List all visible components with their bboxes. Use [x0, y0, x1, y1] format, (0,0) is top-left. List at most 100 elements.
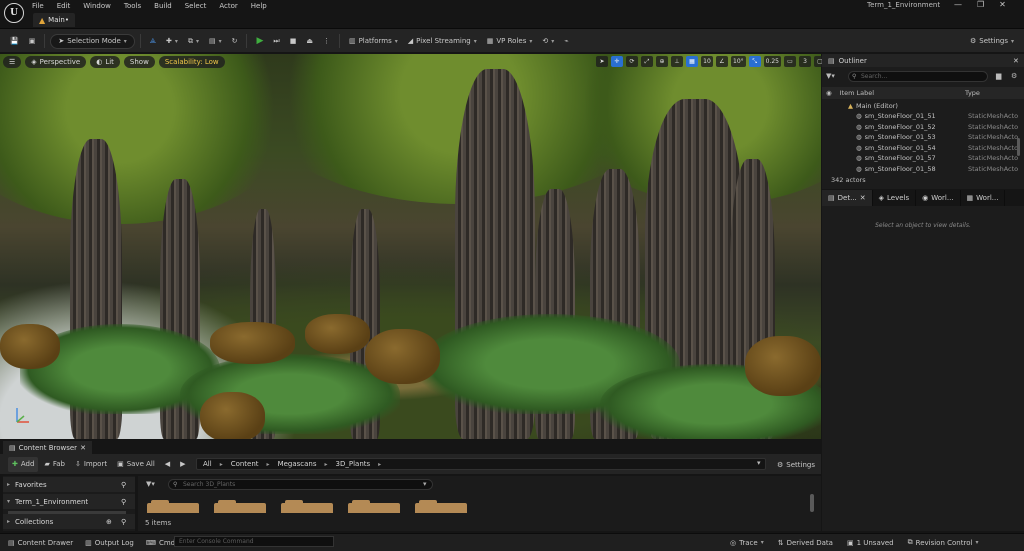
console-input[interactable]: Enter Console Command — [174, 536, 334, 547]
folder-icon[interactable] — [214, 500, 266, 513]
angle-snap-value[interactable]: 10° — [731, 56, 746, 67]
chevron-right-icon[interactable]: ▸ — [220, 461, 223, 468]
outliner-scrollbar[interactable] — [1017, 138, 1020, 156]
scale-snap-value[interactable]: 0.25 — [763, 56, 781, 67]
platforms-button[interactable]: ▥ Platforms ▾ — [345, 34, 402, 49]
tab-levels[interactable]: ◈ Levels — [873, 190, 917, 206]
grid-snap-icon[interactable]: ▦ — [686, 56, 698, 67]
folder-icon[interactable] — [281, 500, 333, 513]
column-item-label[interactable]: Item Label — [840, 89, 874, 97]
folder-icon[interactable] — [147, 500, 199, 513]
revision-control-button[interactable]: ⧉ Revision Control ▾ — [904, 535, 983, 550]
close-icon[interactable]: ✕ — [999, 0, 1006, 9]
unreal-engine-logo-icon[interactable]: U — [4, 3, 24, 23]
favorites-section[interactable]: ▸ Favorites ⚲ — [3, 477, 135, 492]
history-back-icon[interactable]: ◀ — [161, 457, 174, 472]
tab-world-settings[interactable]: ◉ Worl... — [916, 190, 961, 206]
folder-add-icon[interactable]: ▆ — [996, 72, 1001, 80]
breadcrumb-content[interactable]: Content — [231, 460, 259, 468]
scale-snap-icon[interactable]: ⤡ — [748, 56, 761, 67]
blueprint-button[interactable]: ⧉ ▾ — [184, 34, 203, 49]
sync-button[interactable]: ⟲ ▾ — [538, 34, 558, 49]
outliner-row[interactable]: ◍ sm_StoneFloor_01_58 StaticMeshActo — [822, 164, 1018, 175]
breadcrumb-3d-plants[interactable]: 3D_Plants — [336, 460, 371, 468]
outliner-row[interactable]: ◍ sm_StoneFloor_01_51 StaticMeshActo — [822, 111, 1018, 122]
rotate-icon[interactable]: ⟳ — [626, 56, 638, 67]
chevron-down-icon[interactable]: ▾ — [423, 480, 427, 488]
outliner-tab[interactable]: ▤ Outliner ✕ — [822, 54, 1024, 67]
menu-window[interactable]: Window — [83, 2, 111, 10]
breadcrumb-megascans[interactable]: Megascans — [278, 460, 317, 468]
search-icon[interactable]: ⚲ — [121, 518, 126, 526]
perspective-button[interactable]: ◈ Perspective — [25, 56, 87, 68]
camera-speed-icon[interactable]: ▭ — [784, 56, 796, 67]
viewport-options-button[interactable]: ☰ — [3, 56, 22, 68]
import-button[interactable]: ⇩ Import — [71, 457, 111, 472]
outliner-row[interactable]: ◍ sm_StoneFloor_01_52 StaticMeshActo — [822, 122, 1018, 133]
menu-tools[interactable]: Tools — [124, 2, 141, 10]
play-icon[interactable]: ▶ — [252, 34, 267, 49]
world-local-icon[interactable]: ⊕ — [656, 56, 668, 67]
content-drawer-button[interactable]: ▤ Content Drawer — [4, 535, 77, 550]
outliner-search-input[interactable]: ⚲ Search... — [848, 71, 988, 82]
gear-icon[interactable]: ⚙ — [1011, 72, 1017, 80]
derived-data-button[interactable]: ⇅ Derived Data — [774, 535, 837, 550]
stop-icon[interactable]: ■ — [286, 34, 301, 49]
grid-snap-value[interactable]: 10 — [701, 56, 713, 67]
eject-icon[interactable]: ⏏ — [302, 34, 317, 49]
menu-build[interactable]: Build — [154, 2, 172, 10]
selection-mode-dropdown[interactable]: ➤ Selection Mode ▾ — [50, 33, 135, 49]
chevron-right-icon[interactable]: ▸ — [325, 461, 328, 468]
add-collection-icon[interactable]: ⊕ — [106, 518, 112, 526]
tab-main[interactable]: ▲ Main• — [33, 13, 75, 27]
menu-help[interactable]: Help — [251, 2, 267, 10]
menu-edit[interactable]: Edit — [57, 2, 71, 10]
settings-button[interactable]: ⚙ Settings ▾ — [966, 34, 1018, 49]
pixel-streaming-button[interactable]: ◢ Pixel Streaming ▾ — [404, 34, 481, 49]
close-icon[interactable]: ✕ — [1013, 57, 1019, 65]
breadcrumb-all[interactable]: All — [203, 460, 212, 468]
outliner-row[interactable]: ◍ sm_StoneFloor_01_54 StaticMeshActo — [822, 143, 1018, 154]
source-control-icon[interactable]: ↻ — [228, 34, 242, 49]
show-button[interactable]: Show — [123, 56, 155, 68]
close-icon[interactable]: ✕ — [80, 444, 86, 452]
trace-button[interactable]: ◎ Trace ▾ — [726, 535, 768, 550]
step-icon[interactable]: ⏭ — [269, 34, 283, 49]
filter-icon[interactable]: ▼▾ — [146, 480, 155, 488]
camera-speed-value[interactable]: 3 — [799, 56, 811, 67]
search-icon[interactable]: ⚲ — [121, 498, 126, 506]
tab-world-partition[interactable]: ▦ Worl... — [961, 190, 1006, 206]
close-icon[interactable]: ✕ — [860, 194, 866, 202]
save-icon[interactable]: 💾 — [6, 34, 23, 49]
level-viewport[interactable] — [0, 54, 821, 439]
content-settings-button[interactable]: ⚙ Settings — [773, 457, 819, 472]
save-all-button[interactable]: ▣ Save All — [113, 457, 159, 472]
folder-icon[interactable] — [348, 500, 400, 513]
menu-file[interactable]: File — [32, 2, 44, 10]
unsaved-button[interactable]: ▣ 1 Unsaved — [843, 535, 898, 550]
chevron-right-icon[interactable]: ▸ — [378, 461, 381, 468]
modeling-icon[interactable]: ⟁ — [146, 34, 160, 49]
tab-content-browser[interactable]: ▤ Content Browser ✕ — [3, 441, 92, 454]
outliner-row[interactable]: ◍ sm_StoneFloor_01_57 StaticMeshActo — [822, 153, 1018, 164]
collections-section[interactable]: ▸ Collections ⊕ ⚲ — [3, 514, 135, 529]
lit-button[interactable]: ◐ Lit — [90, 56, 120, 68]
asset-scrollbar[interactable] — [810, 494, 814, 512]
eye-icon[interactable]: ◉ — [826, 89, 832, 97]
translate-icon[interactable]: ✛ — [611, 56, 623, 67]
chevron-down-icon[interactable]: ▾ — [757, 459, 761, 467]
asset-search-input[interactable]: ⚲ Search 3D_Plants ▾ — [168, 479, 433, 490]
content-icon[interactable]: ▣ — [25, 34, 40, 49]
column-type[interactable]: Type — [965, 89, 980, 97]
vp-roles-button[interactable]: ▦ VP Roles ▾ — [483, 34, 537, 49]
chevron-right-icon[interactable]: ▸ — [267, 461, 270, 468]
restore-icon[interactable]: ❐ — [977, 0, 984, 9]
cinematics-button[interactable]: ▤ ▾ — [205, 34, 226, 49]
outliner-root-row[interactable]: ▲ Main (Editor) — [822, 101, 1017, 112]
surface-snap-icon[interactable]: ⊥ — [671, 56, 683, 67]
more-options-icon[interactable]: ⋮ — [319, 34, 334, 49]
fab-button[interactable]: ▰ Fab — [40, 457, 69, 472]
search-icon[interactable]: ⚲ — [121, 481, 126, 489]
scale-icon[interactable]: ⤢ — [641, 56, 653, 67]
menu-select[interactable]: Select — [185, 2, 207, 10]
